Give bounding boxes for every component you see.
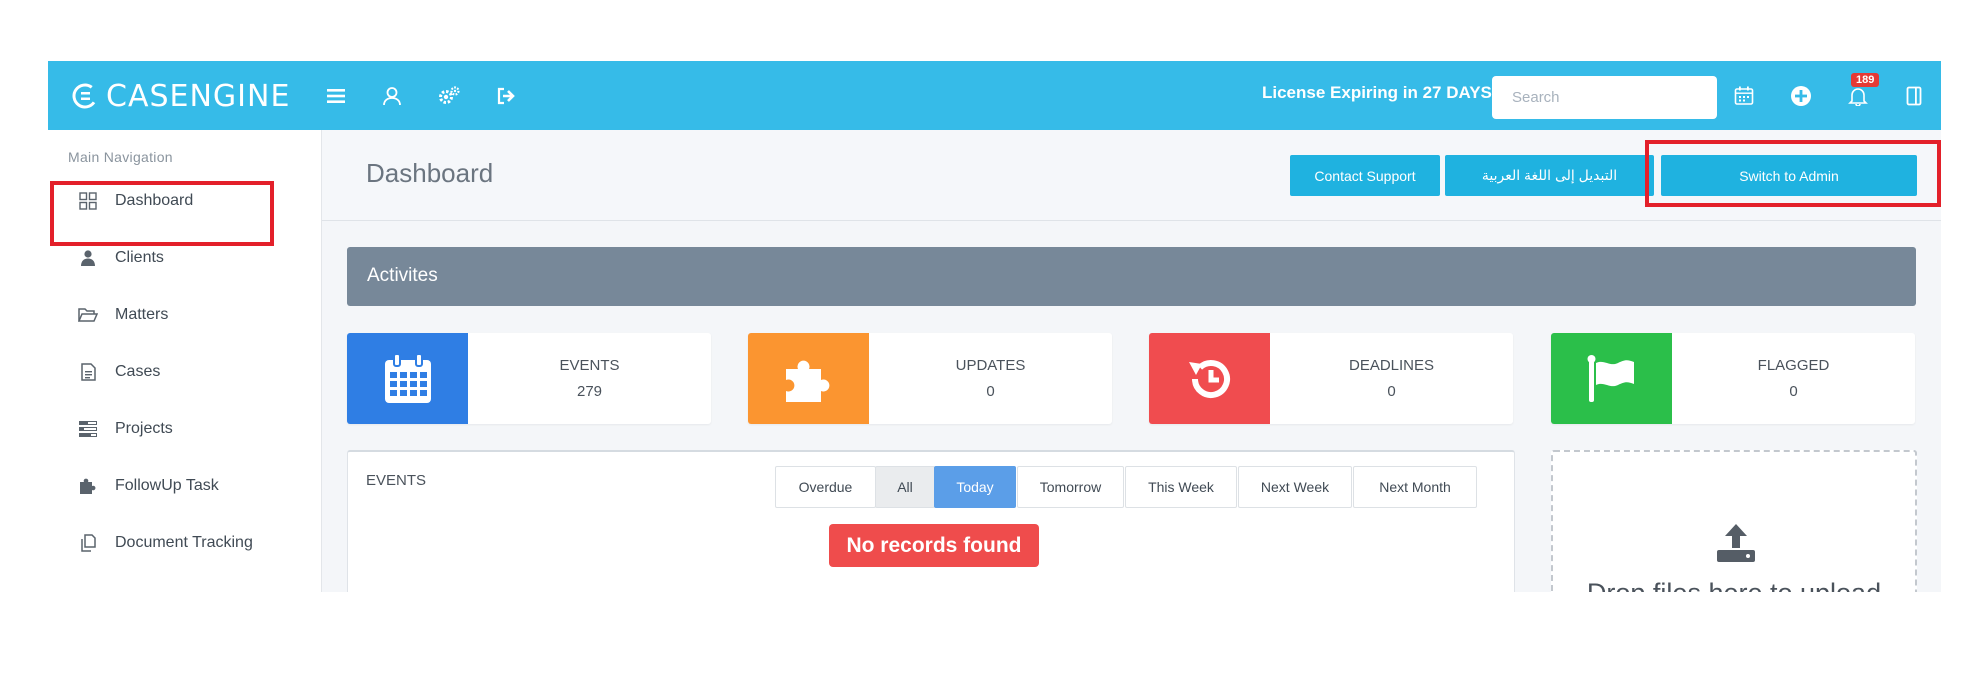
folder-open-icon xyxy=(78,305,98,325)
filter-all[interactable]: All xyxy=(875,466,935,508)
stat-value: 0 xyxy=(986,383,995,400)
sidebar-item-projects[interactable]: Projects xyxy=(48,409,322,449)
add-icon[interactable] xyxy=(1788,83,1814,109)
sidebar-item-document-tracking[interactable]: Document Tracking xyxy=(48,523,322,563)
filter-today[interactable]: Today xyxy=(934,466,1016,508)
person-icon xyxy=(78,248,98,268)
menu-icon[interactable] xyxy=(323,83,349,109)
events-panel: EVENTS Overdue All Today Tomorrow This W… xyxy=(347,450,1515,592)
sidebar-item-dashboard[interactable]: Dashboard xyxy=(48,181,322,221)
filter-this-week[interactable]: This Week xyxy=(1125,466,1237,508)
stat-label: UPDATES xyxy=(955,357,1026,374)
page-title: Dashboard xyxy=(366,158,494,188)
stat-card-flagged[interactable]: FLAGGED 0 xyxy=(1551,333,1915,424)
switch-to-admin-button[interactable]: Switch to Admin xyxy=(1661,155,1917,196)
stat-icon-box xyxy=(347,333,468,424)
upload-icon xyxy=(1717,524,1755,562)
sidebar-item-label: Document Tracking xyxy=(115,534,253,551)
grid-icon xyxy=(78,191,98,211)
stat-label: FLAGGED xyxy=(1757,357,1830,374)
activities-title: Activites xyxy=(367,265,438,286)
contact-support-button[interactable]: Contact Support xyxy=(1290,155,1440,196)
user-icon[interactable] xyxy=(379,83,405,109)
activities-header: Activites xyxy=(347,247,1916,306)
search-input[interactable] xyxy=(1492,76,1717,119)
sidebar-item-followup-task[interactable]: FollowUp Task xyxy=(48,466,322,506)
stat-label: EVENTS xyxy=(559,357,620,374)
puzzle-icon xyxy=(785,360,829,402)
flag-icon xyxy=(1587,354,1634,402)
stat-card-updates[interactable]: UPDATES 0 xyxy=(748,333,1112,424)
calendar-icon xyxy=(384,352,431,403)
app-window: CASENGINE License Expiring in 27 DAYS Se… xyxy=(48,61,1941,592)
stat-label: DEADLINES xyxy=(1348,357,1435,374)
logout-icon[interactable] xyxy=(493,83,519,109)
sidebar-item-label: Dashboard xyxy=(115,192,194,209)
sidebar-item-cases[interactable]: Cases xyxy=(48,352,322,392)
top-navbar: CASENGINE License Expiring in 27 DAYS Se… xyxy=(48,61,1941,130)
stat-card-events[interactable]: EVENTS 279 xyxy=(347,333,711,424)
stat-value: 0 xyxy=(1387,383,1396,400)
tasks-icon xyxy=(78,419,98,439)
sidebar-item-label: FollowUp Task xyxy=(115,477,219,494)
stat-icon-box xyxy=(1149,333,1270,424)
no-records-message: No records found xyxy=(829,524,1039,567)
stat-icon-box xyxy=(1551,333,1672,424)
history-icon xyxy=(1188,359,1230,398)
stat-value: 0 xyxy=(1789,383,1798,400)
stat-icon-box xyxy=(748,333,869,424)
filter-next-week[interactable]: Next Week xyxy=(1238,466,1352,508)
notification-badge: 189 xyxy=(1851,73,1880,87)
panel-icon[interactable] xyxy=(1901,83,1927,109)
stat-value: 279 xyxy=(576,383,603,400)
filter-tomorrow[interactable]: Tomorrow xyxy=(1017,466,1124,508)
nav-heading: Main Navigation xyxy=(68,149,173,165)
events-title: EVENTS xyxy=(366,472,427,489)
sidebar-item-clients[interactable]: Clients xyxy=(48,238,322,278)
settings-icon[interactable] xyxy=(436,83,462,109)
sidebar-item-label: Projects xyxy=(115,420,173,437)
filter-next-month[interactable]: Next Month xyxy=(1353,466,1477,508)
switch-language-button[interactable]: التبديل إلى اللغة العربية xyxy=(1445,155,1654,196)
logo-text: CASENGINE xyxy=(106,78,291,114)
casengine-logo-icon xyxy=(72,83,98,109)
file-text-icon xyxy=(78,362,98,382)
sidebar-item-label: Matters xyxy=(115,306,169,323)
filter-overdue[interactable]: Overdue xyxy=(775,466,876,508)
calendar-icon[interactable] xyxy=(1731,83,1757,109)
sidebar-item-label: Cases xyxy=(115,363,161,380)
license-status: License Expiring in 27 DAYS xyxy=(1262,83,1492,102)
drop-zone-text: Drop files here to upload xyxy=(1553,578,1915,592)
file-drop-zone[interactable]: Drop files here to upload xyxy=(1551,450,1917,592)
content-header: Dashboard Contact Support التبديل إلى ال… xyxy=(322,130,1941,221)
sidebar-item-label: Clients xyxy=(115,249,164,266)
puzzle-icon xyxy=(78,476,98,496)
copy-icon xyxy=(78,533,98,553)
sidebar-item-matters[interactable]: Matters xyxy=(48,295,322,335)
logo[interactable]: CASENGINE xyxy=(72,78,291,114)
stat-card-deadlines[interactable]: DEADLINES 0 xyxy=(1149,333,1513,424)
sidebar: Main Navigation Dashboard Clients Matter… xyxy=(48,130,322,592)
